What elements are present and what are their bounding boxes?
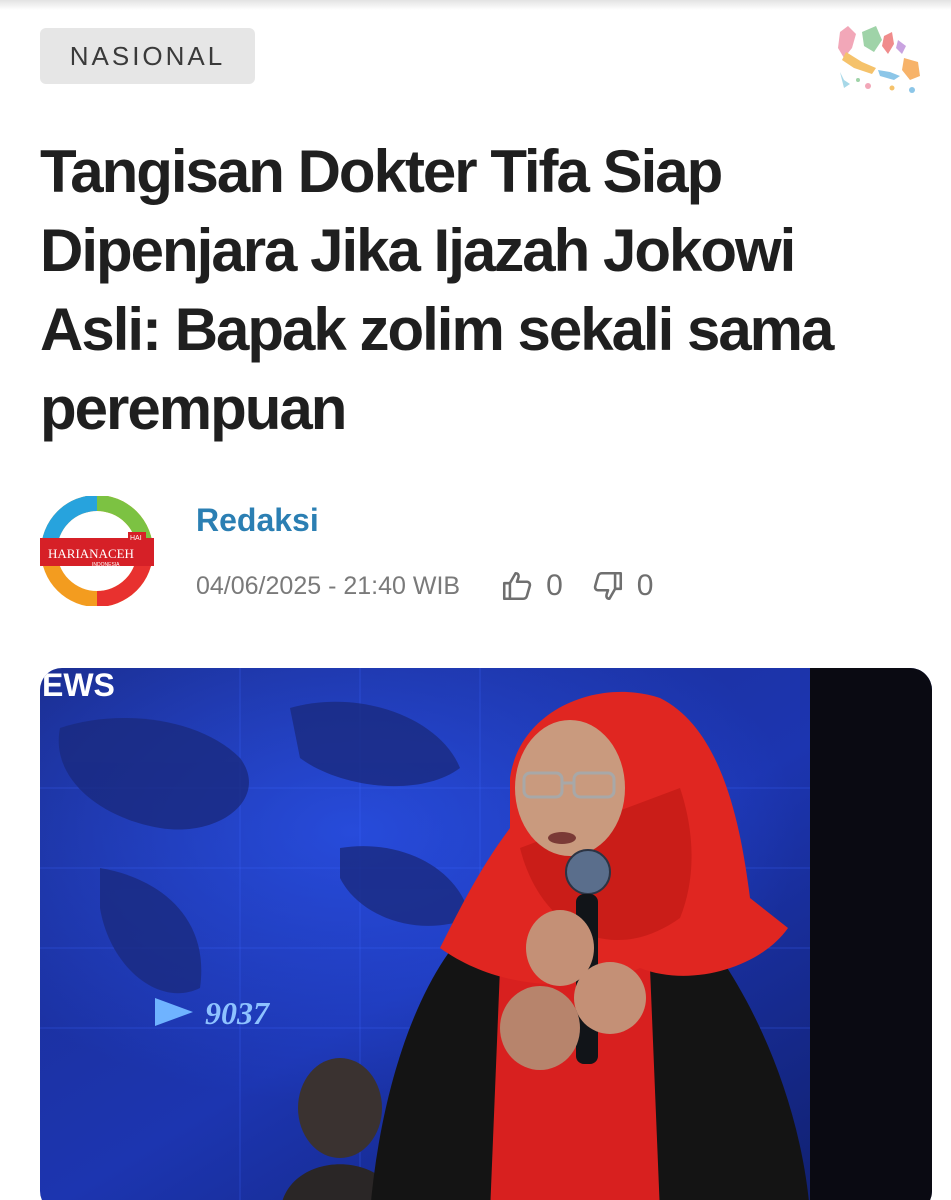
dislike-button[interactable]: 0: [591, 569, 654, 603]
broadcaster-logo: EWS: [42, 668, 115, 703]
article-meta: 04/06/2025 - 21:40 WIB 0 0: [196, 564, 653, 608]
indonesia-map-icon: [838, 26, 920, 93]
author-link[interactable]: Redaksi: [196, 502, 319, 539]
article-page: NASIONAL Tangisan Dokter Tifa Siap Dipen…: [0, 0, 951, 1200]
publisher-logo-text: HARIANACEH: [48, 546, 134, 561]
hero-image[interactable]: EWS 9037: [40, 668, 932, 1200]
thumbs-down-icon: [593, 571, 622, 601]
top-shadow: [0, 0, 951, 10]
category-badge[interactable]: NASIONAL: [40, 28, 255, 84]
thumbs-up-icon: [503, 571, 532, 601]
like-count: 0: [546, 569, 563, 602]
article-title: Tangisan Dokter Tifa Siap Dipenjara Jika…: [40, 138, 834, 442]
publish-date: 04/06/2025 - 21:40 WIB: [196, 571, 461, 600]
screen-counter: 9037: [205, 995, 271, 1031]
publisher-avatar[interactable]: HARIANACEH HAI INDONESIA: [40, 496, 154, 606]
publisher-logo-tagline: INDONESIA: [92, 562, 120, 568]
dislike-count: 0: [636, 569, 654, 602]
publisher-logo-badge: HAI: [130, 535, 142, 542]
like-button[interactable]: 0: [500, 569, 563, 603]
